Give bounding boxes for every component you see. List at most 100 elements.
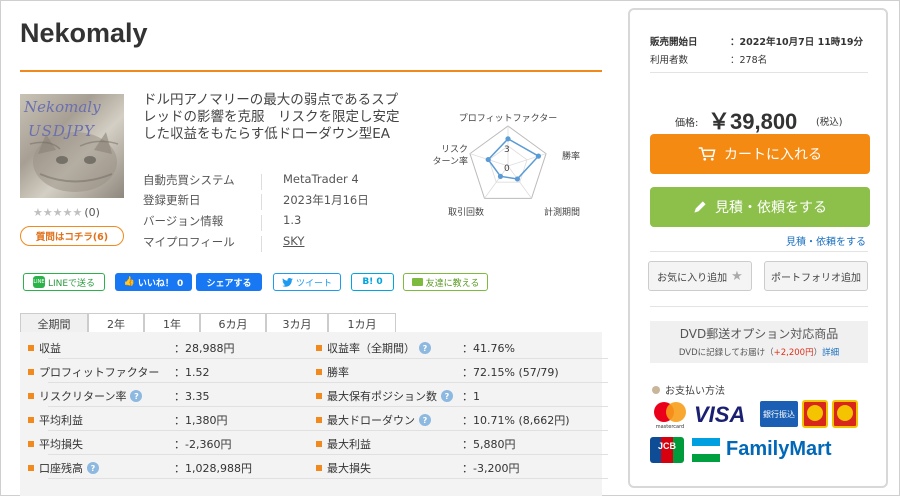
tab-all[interactable]: 全期間 [20, 313, 88, 333]
facebook-share-button[interactable]: シェアする [196, 273, 262, 291]
star-icons: ★★★★★ [33, 206, 83, 219]
hatena-bookmark-button[interactable]: B! 0 [351, 273, 394, 291]
product-image[interactable]: Nekomaly USDJPY [20, 94, 124, 198]
stat-profit-factor-value: ：1.52 [174, 366, 210, 379]
tab-1y[interactable]: 1年 [144, 313, 200, 333]
tell-friend-label: 友達に教える [425, 278, 480, 289]
dvd-detail-link[interactable]: 詳細 [822, 348, 839, 358]
dvd-subtext: DVDに記録してお届け（+2,200円）詳細 [678, 348, 840, 358]
help-icon[interactable]: ? [419, 414, 431, 426]
radar-label-pf: プロフィットファクター [459, 113, 557, 124]
stat-max-profit: 最大利益 [316, 435, 371, 453]
info-value: 1.3 [283, 213, 302, 227]
facebook-like-button[interactable]: 👍 いいね！ 0 [115, 273, 192, 291]
radar-point [497, 173, 504, 179]
bullet [28, 441, 34, 447]
question-button[interactable]: 質問はコチラ(6) [20, 226, 124, 246]
twitter-bird-icon [282, 277, 293, 287]
price: ￥39,800 [708, 109, 798, 134]
info-separator [261, 174, 262, 190]
stat-balance-value: ：1,028,988円 [174, 462, 252, 475]
line-share-button[interactable]: LINE LINEで送る [23, 273, 105, 291]
info-value: MetaTrader 4 [283, 172, 359, 186]
hatena-label: B! 0 [362, 277, 383, 287]
tab-3m[interactable]: 3カ月 [266, 313, 328, 333]
radar-label-return: ターン率 [432, 155, 468, 167]
sale-start-label: 販売開始日 [650, 37, 698, 48]
radar-label-period: 計測期間 [544, 206, 580, 218]
help-icon[interactable]: ? [87, 462, 99, 474]
profile-link[interactable]: SKY [283, 234, 304, 248]
portfolio-label: ポートフォリオ追加 [771, 272, 861, 284]
radar-label-risk: リスク [441, 144, 468, 155]
info-separator [261, 236, 262, 252]
radar-label-trades: 取引回数 [448, 206, 484, 218]
info-separator [261, 215, 262, 231]
portfolio-button[interactable]: ポートフォリオ追加 [764, 261, 868, 291]
tab-1m[interactable]: 1カ月 [328, 313, 396, 333]
stat-max-positions-value: ：1 [462, 390, 480, 403]
estimate-label: 見積・依頼をする [715, 200, 827, 216]
stat-profit-factor: プロフィットファクター [28, 363, 159, 381]
help-icon[interactable]: ? [441, 390, 453, 402]
pencil-icon [694, 201, 706, 213]
bullet [28, 345, 34, 351]
estimate-button[interactable]: 見積・依頼をする [650, 187, 870, 227]
payment-title: お支払い方法 [652, 382, 725, 397]
stat-avg-loss-value: ：-2,360円 [174, 438, 232, 451]
dvd-option-box: DVD郵送オプション対応商品 DVDに記録してお届け（+2,200円）詳細 [650, 321, 868, 363]
panel-divider [650, 72, 868, 73]
bullet [316, 465, 322, 471]
bullet [28, 369, 34, 375]
stats-divider [48, 454, 608, 455]
bullet [316, 417, 322, 423]
dvd-title: DVD郵送オプション対応商品 [679, 327, 839, 341]
bullet [28, 465, 34, 471]
tweet-button[interactable]: ツイート [273, 273, 341, 291]
tell-friend-button[interactable]: 友達に教える [403, 273, 488, 291]
radar-point [514, 176, 521, 182]
thumbs-up-icon: 👍 [123, 277, 135, 287]
line-icon: LINE [32, 276, 45, 288]
favorite-label: お気に入り追加 [657, 272, 728, 284]
product-description: ドル円アノマリーの最大の弱点であるスプレッドの影響を克服 リスクを限定し安定した… [143, 92, 400, 142]
radar-point [505, 136, 511, 142]
question-button-label: 質問はコチラ(6) [35, 232, 109, 243]
stats-divider [48, 358, 608, 359]
stat-avg-loss: 平均損失 [28, 435, 83, 453]
bullet [28, 393, 34, 399]
stat-max-loss: 最大損失 [316, 459, 371, 477]
familymart-logo: FamilyMart [726, 438, 832, 460]
stat-win-rate-value: ：72.15% (57/79) [462, 366, 559, 379]
stat-risk-return: リスクリターン率? [28, 387, 143, 405]
help-icon[interactable]: ? [130, 390, 143, 402]
stats-divider [48, 478, 608, 479]
bullet [316, 345, 322, 351]
stat-balance: 口座残高? [28, 459, 99, 477]
panel-divider [650, 251, 868, 252]
svg-text:mastercard: mastercard [656, 424, 684, 430]
facebook-like-label: いいね！ 0 [137, 278, 184, 289]
estimate-link[interactable]: 見積・依頼をする [786, 233, 866, 248]
bullet [316, 393, 322, 399]
stat-win-rate: 勝率 [316, 363, 349, 381]
jcb-logo-text: JCB [657, 441, 676, 451]
help-icon[interactable]: ? [419, 342, 431, 354]
favorite-button[interactable]: お気に入り追加 ★ [648, 261, 752, 291]
purchase-panel: 販売開始日 ：2022年10月7日 11時19分 利用者数 ：278名 価格: … [628, 8, 888, 488]
mastercard-logo: mastercard [654, 402, 686, 430]
stat-max-loss-value: ：-3,200円 [462, 462, 520, 475]
stat-max-positions: 最大保有ポジション数? [316, 387, 453, 405]
radar-tick-0: 0 [504, 164, 510, 174]
bullet [316, 441, 322, 447]
d-payment-logo [832, 400, 858, 428]
add-to-cart-button[interactable]: カートに入れる [650, 134, 870, 174]
tab-2y[interactable]: 2年 [88, 313, 144, 333]
bullet [28, 417, 34, 423]
radar-point [485, 156, 491, 163]
star-icon: ★ [731, 268, 743, 284]
page-title: Nekomaly [20, 18, 148, 48]
familymart-stripe-logo [692, 438, 720, 462]
tab-6m[interactable]: 6カ月 [200, 313, 266, 333]
bank-transfer-logo: 銀行振込 [760, 401, 798, 427]
